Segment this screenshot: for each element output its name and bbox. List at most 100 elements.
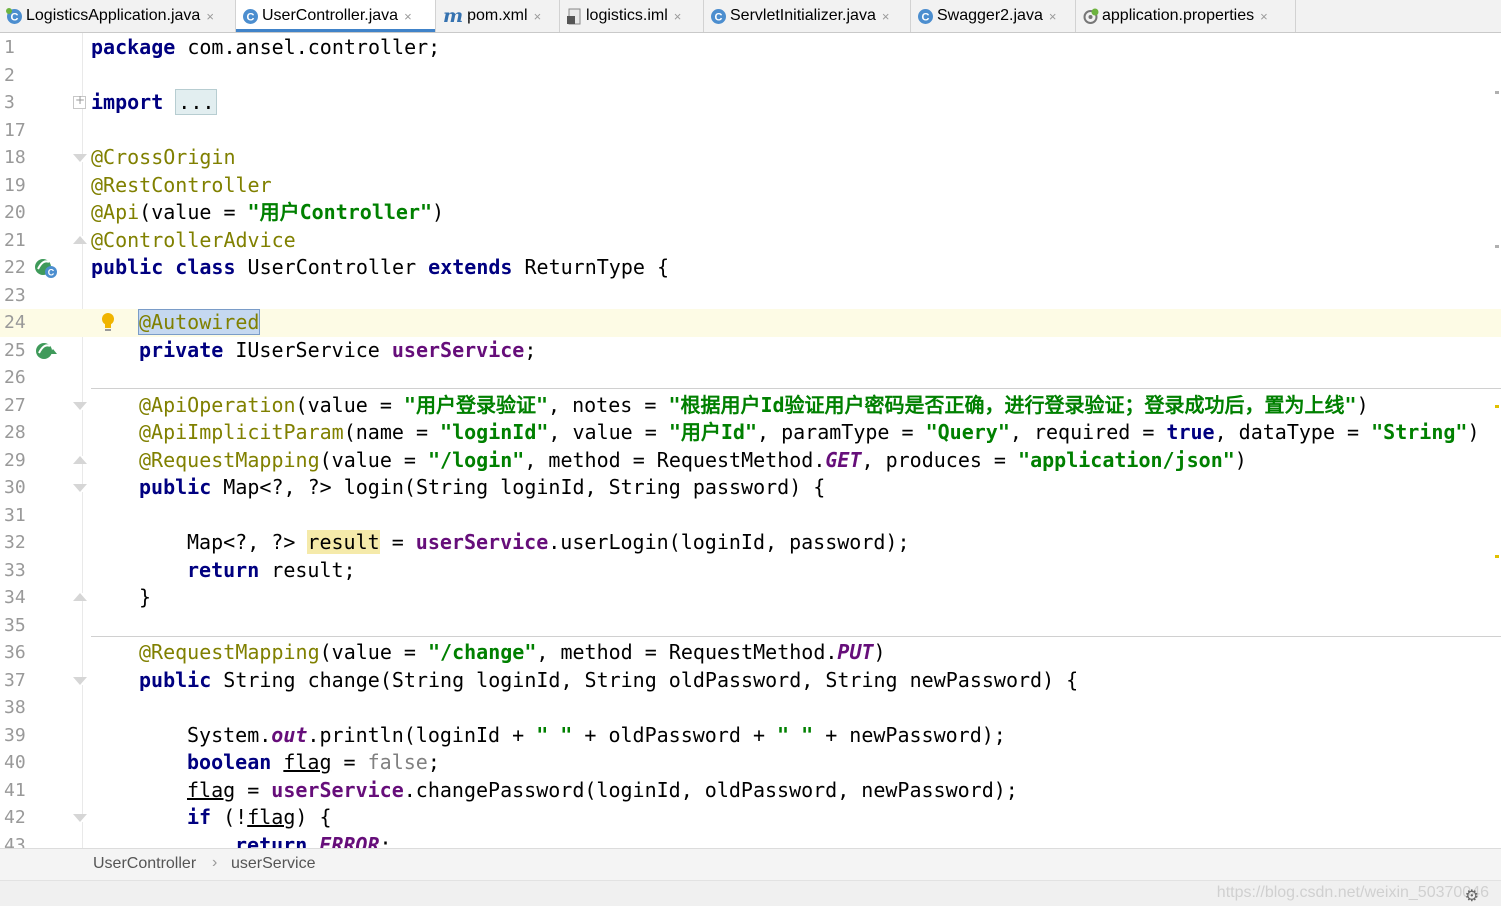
code-text: Map<?, ?> result = userService.userLogin… <box>187 529 909 557</box>
token: PUT <box>837 640 874 664</box>
line-number: 19 <box>4 174 26 196</box>
tab-user-controller[interactable]: C UserController.java × <box>236 0 436 32</box>
token: String change(String loginId, String old… <box>211 667 1079 692</box>
tab-pom-xml[interactable]: m pom.xml × <box>436 0 560 32</box>
code-line: 40 boolean flag = false; <box>0 749 1501 777</box>
code-text: @CrossOrigin <box>91 144 236 172</box>
token: ; <box>427 750 440 774</box>
code-text: flag = userService.changePassword(loginI… <box>187 777 1018 805</box>
code-line: 3 import ... <box>0 89 1501 117</box>
token: out <box>271 722 308 747</box>
line-number: 1 <box>4 37 15 58</box>
token: "用户登录验证" <box>403 392 549 417</box>
line-number: 42 <box>4 807 26 828</box>
token: @RequestMapping <box>139 447 320 472</box>
line-number: 21 <box>4 229 26 251</box>
line-number: 23 <box>4 284 26 306</box>
code-text: @RestController <box>91 172 272 200</box>
token: false <box>367 750 428 774</box>
close-icon[interactable]: × <box>1049 9 1057 24</box>
line-number: 32 <box>4 532 26 553</box>
tab-label: application.properties <box>1102 7 1255 24</box>
svg-text:C: C <box>247 11 255 23</box>
close-icon[interactable]: × <box>534 9 542 24</box>
token: , notes = <box>548 392 669 417</box>
token: "用户Controller" <box>247 200 433 224</box>
code-text: @ApiOperation(value = "用户登录验证", notes = … <box>139 392 1369 420</box>
token: extends <box>428 255 513 279</box>
breadcrumb-item[interactable]: UserController <box>93 855 196 873</box>
spring-bean-gutter-icon[interactable]: C <box>34 257 58 279</box>
token: , produces = <box>861 447 1019 472</box>
error-stripe-mark[interactable] <box>1495 245 1499 248</box>
token: "String" <box>1371 420 1468 444</box>
tab-label: logistics.iml <box>586 7 668 24</box>
token: result; <box>259 557 356 582</box>
close-icon[interactable]: × <box>674 9 682 24</box>
code-editor[interactable]: 1 package com.ansel.controller; 2 3 impo… <box>0 33 1501 848</box>
line-number: 30 <box>4 477 26 498</box>
token-highlighted: result <box>307 530 380 554</box>
code-text: @Autowired <box>137 309 261 337</box>
gear-icon[interactable]: ⚙ <box>1465 886 1479 906</box>
fold-end-icon[interactable] <box>73 235 87 244</box>
breadcrumb-item[interactable]: userService <box>231 855 315 873</box>
code-line: 32 Map<?, ?> result = userService.userLo… <box>0 529 1501 557</box>
token: " " <box>777 722 814 747</box>
token: return <box>235 832 308 849</box>
token: ) <box>1467 420 1480 444</box>
token: "application/json" <box>1018 447 1235 472</box>
token: (! <box>211 805 248 829</box>
close-icon[interactable]: × <box>404 9 412 24</box>
error-stripe-mark[interactable] <box>1495 555 1499 558</box>
error-stripe-mark[interactable] <box>1495 91 1499 94</box>
fold-expand-icon[interactable] <box>73 93 86 109</box>
token: ; <box>379 832 392 849</box>
folded-imports[interactable]: ... <box>175 89 218 115</box>
code-text: private IUserService userService; <box>139 337 536 365</box>
tab-logistics-application[interactable]: C LogisticsApplication.java × <box>0 0 236 32</box>
code-line: 37 public String change(String loginId, … <box>0 667 1501 695</box>
close-icon[interactable]: × <box>206 9 214 24</box>
token: (value = <box>319 640 428 664</box>
code-line: 22 C public class UserController extends… <box>0 254 1501 282</box>
intention-bulb-icon[interactable] <box>99 311 117 333</box>
token: = <box>331 750 368 774</box>
line-number: 31 <box>4 504 26 526</box>
maven-icon: m <box>443 4 464 27</box>
token: "用户Id" <box>668 420 757 444</box>
fold-collapse-icon[interactable] <box>73 676 87 685</box>
svg-text:C: C <box>715 11 723 23</box>
code-line: 43 return ERROR; <box>0 832 1501 849</box>
fold-end-icon[interactable] <box>73 593 87 601</box>
tab-swagger2[interactable]: C Swagger2.java × <box>911 0 1076 32</box>
code-text: boolean flag = false; <box>187 749 440 777</box>
token: , paramType = <box>757 420 926 444</box>
watermark-text: https://blog.csdn.net/weixin_50370046 <box>1216 884 1489 901</box>
code-text: @RequestMapping(value = "/login", method… <box>139 447 1247 475</box>
close-icon[interactable]: × <box>882 9 890 24</box>
autowired-navigation-icon[interactable] <box>34 340 58 362</box>
token: package <box>91 35 176 59</box>
token: if <box>187 805 212 829</box>
token: @RestController <box>91 172 272 197</box>
fold-end-icon[interactable] <box>73 455 87 464</box>
tab-application-properties[interactable]: application.properties × <box>1076 0 1296 32</box>
fold-collapse-icon[interactable] <box>73 401 87 410</box>
code-text: @ControllerAdvice <box>91 227 296 255</box>
close-icon[interactable]: × <box>1260 9 1268 24</box>
tab-servlet-initializer[interactable]: C ServletInitializer.java × <box>704 0 911 32</box>
token: public <box>139 667 212 692</box>
error-stripe-mark[interactable] <box>1495 405 1499 408</box>
line-number: 43 <box>4 834 26 849</box>
fold-collapse-icon[interactable] <box>73 154 87 162</box>
line-number: 28 <box>4 422 26 443</box>
tab-logistics-iml[interactable]: logistics.iml × <box>560 0 704 32</box>
fold-collapse-icon[interactable] <box>73 484 87 492</box>
code-text: if (!flag) { <box>187 804 332 832</box>
fold-collapse-icon[interactable] <box>73 814 87 822</box>
code-line: 27 @ApiOperation(value = "用户登录验证", notes… <box>0 392 1501 420</box>
token: true <box>1166 420 1215 444</box>
code-text: } <box>139 584 151 612</box>
